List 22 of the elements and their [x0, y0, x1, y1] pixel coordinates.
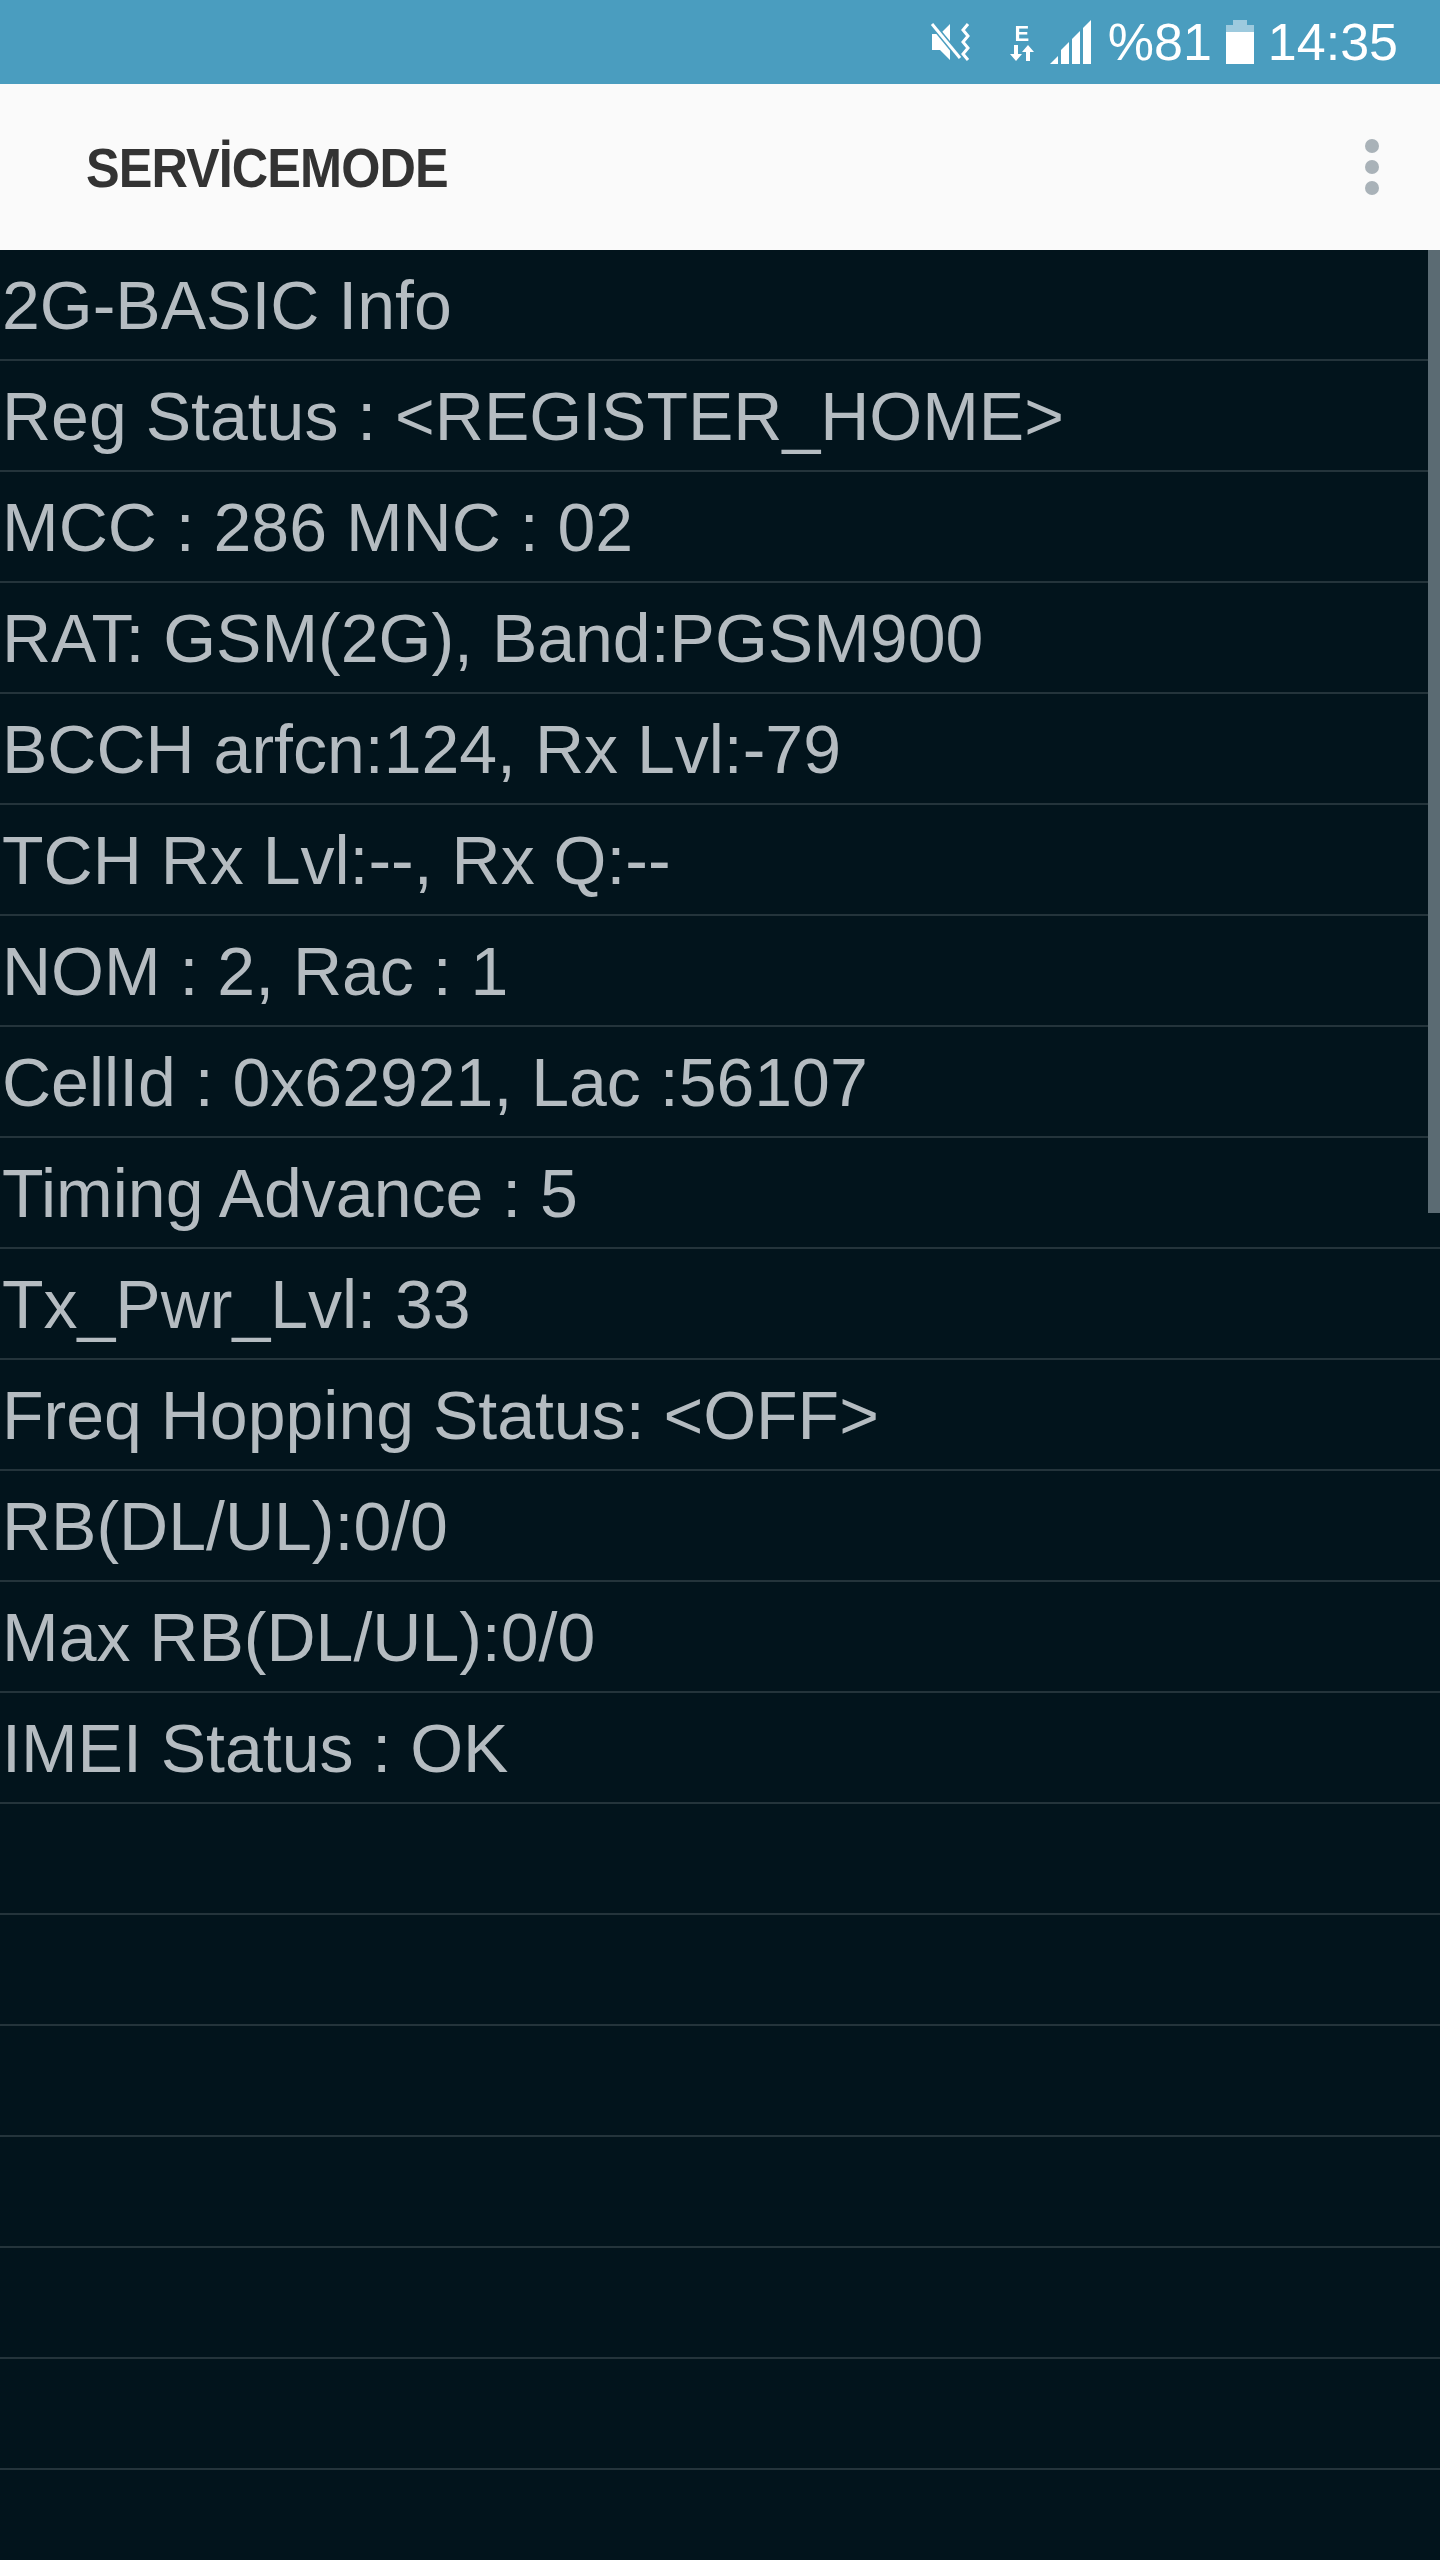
- info-line: RB(DL/UL):0/0: [1, 1486, 448, 1565]
- app-title: SERVİCEMODE: [86, 134, 448, 200]
- data-arrows-icon: [1007, 45, 1036, 61]
- info-line: Max RB(DL/UL):0/0: [1, 1597, 596, 1676]
- info-line: RAT: GSM(2G), Band:PGSM900: [1, 598, 984, 677]
- info-line: BCCH arfcn:124, Rx Lvl:-79: [1, 709, 841, 788]
- more-options-icon[interactable]: [1364, 138, 1380, 196]
- info-line: CellId : 0x62921, Lac :56107: [1, 1042, 868, 1121]
- info-line: Reg Status : <REGISTER_HOME>: [1, 376, 1064, 455]
- info-line: TCH Rx Lvl:--, Rx Q:--: [1, 820, 671, 899]
- battery-icon: [1225, 20, 1254, 64]
- info-line: MCC : 286 MNC : 02: [1, 487, 634, 566]
- info-line: Timing Advance : 5: [1, 1153, 578, 1232]
- info-line: Tx_Pwr_Lvl: 33: [1, 1264, 471, 1343]
- info-line: 2G-BASIC Info: [1, 265, 452, 344]
- info-line: IMEI Status : OK: [1, 1708, 509, 1787]
- battery-percent: %81: [1107, 16, 1212, 68]
- clock: 14:35: [1267, 16, 1398, 68]
- network-type-label: E: [1014, 23, 1030, 45]
- info-line: NOM : 2, Rac : 1: [1, 931, 509, 1010]
- signal-icon: [1049, 20, 1094, 64]
- info-line: Freq Hopping Status: <OFF>: [1, 1375, 879, 1454]
